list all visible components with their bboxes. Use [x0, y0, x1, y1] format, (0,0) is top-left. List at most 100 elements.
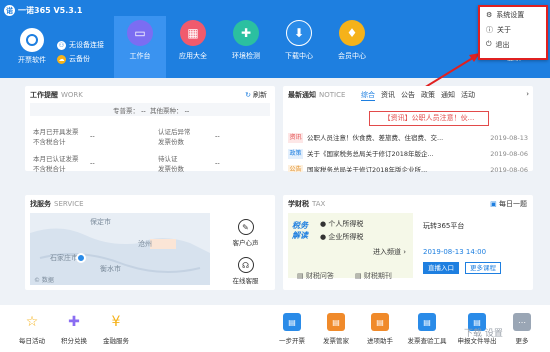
- tax-qa-button[interactable]: ▤ 财税问答: [297, 271, 334, 281]
- env-check-icon: ✚: [233, 20, 259, 46]
- chat-icon: ✎: [237, 219, 254, 235]
- refresh-icon: ↻: [245, 91, 251, 99]
- notice-text: 关于《国家税务总局关于修订2018年版企...: [307, 150, 434, 158]
- chevron-right-icon[interactable]: ›: [526, 90, 529, 98]
- system-menu: ⚙ 系统设置 ⓘ 关于 ⏻ 退出: [478, 5, 548, 60]
- service-map[interactable]: 保定市 沧州 石家庄市 衡水市 © 数据: [30, 213, 210, 285]
- notice-card: 最新通知 NOTICE 综合 资讯 公告 政策 通知 活动 › 【资讯】公职人员注…: [283, 86, 533, 172]
- invoice-manager-button[interactable]: ▤ 发票管家: [314, 313, 358, 345]
- notice-row[interactable]: 资讯 公职人员注意！伙食费、差旅费、住宿费、交... 2019-08-13: [288, 132, 528, 144]
- notice-row[interactable]: 政策 关于《国家税务总局关于修订2018年版企... 2019-08-06: [288, 148, 528, 160]
- download-icon: ⬇: [286, 20, 312, 46]
- invoice-check-button[interactable]: ▤ 发票查验工具: [402, 313, 452, 345]
- more-button[interactable]: ⋯ 更多: [502, 313, 542, 345]
- more-icon: ⋯: [513, 313, 531, 331]
- location-pin-icon: [76, 253, 86, 263]
- finance-icon: ¥: [107, 313, 125, 331]
- tax-item-corporate: ● 企业所得税: [320, 233, 364, 241]
- cloud-backup-text: 云备份: [69, 55, 90, 63]
- points-exchange-button[interactable]: ✚ 积分兑换: [52, 313, 96, 345]
- map-label: 石家庄市: [50, 254, 78, 262]
- notice-title: 最新通知 NOTICE: [288, 91, 346, 99]
- nav-download[interactable]: ⬇ 下载中心: [273, 16, 325, 78]
- live-entry-button[interactable]: 直播入口: [423, 262, 459, 274]
- issued-value: --: [90, 132, 95, 140]
- tax-brand: 税务解读: [292, 221, 308, 240]
- nav-member[interactable]: ♦ 会员中心: [326, 16, 378, 78]
- input-helper-button[interactable]: ▤ 进项助手: [358, 313, 402, 345]
- menu-item-exit[interactable]: ⏻ 退出: [480, 37, 546, 52]
- app-title: 诺 一诺365 V5.3.1: [4, 5, 82, 16]
- activity-icon: ☆: [23, 313, 41, 331]
- top-bar: 诺 一诺365 V5.3.1 开票软件 ⚇ 无设备连接 ☁ 云备份 ▭ 工作台 …: [0, 0, 550, 78]
- tax-journal-button[interactable]: ▤ 财税期刊: [355, 271, 392, 281]
- nav-download-label: 下载中心: [285, 52, 313, 60]
- certified-value: --: [90, 159, 95, 167]
- map-footer: © 数据: [34, 277, 54, 284]
- map-label: 沧州: [138, 240, 152, 248]
- tab-all[interactable]: 综合: [361, 90, 375, 101]
- workbench-icon: ▭: [127, 20, 153, 46]
- settings-icon: ⚙: [486, 10, 493, 19]
- exit-icon: ⏻: [486, 40, 492, 48]
- quick-invoice-icon: ▤: [283, 313, 301, 331]
- online-service-label: 在线客服: [232, 277, 259, 285]
- invoice-check-icon: ▤: [418, 313, 436, 331]
- refresh-button[interactable]: ↻ 刷新: [245, 90, 267, 100]
- notice-tag: 资讯: [288, 133, 303, 143]
- tax-card: 学财税 TAX ▣ 每日一题 税务解读 ● 个人所得税 ● 企业所得税 进入频道 …: [283, 195, 533, 290]
- nav-member-label: 会员中心: [338, 52, 366, 60]
- backlog-label: 认证后异常 发票份数: [158, 128, 191, 146]
- backlog-value: --: [215, 132, 220, 140]
- tax-item-personal: ● 个人所得税: [320, 220, 364, 228]
- cloud-backup-button[interactable]: ☁ 云备份: [57, 54, 90, 64]
- nav-env-check[interactable]: ✚ 环境检测: [220, 16, 272, 78]
- more-courses-button[interactable]: 更多课程: [465, 262, 501, 274]
- daily-question[interactable]: ▣ 每日一题: [490, 199, 527, 209]
- calendar-icon: ▣: [490, 200, 497, 208]
- notice-tag: 公告: [288, 165, 303, 172]
- certified-label: 本月已认证发票 不含税合计: [33, 155, 79, 173]
- service-title: 找服务 SERVICE: [30, 200, 84, 208]
- nav-apps-label: 应用大全: [179, 52, 207, 60]
- online-service-button[interactable]: ☊ 在线客服: [223, 257, 268, 285]
- apps-icon: ▦: [180, 20, 206, 46]
- tab-policy[interactable]: 政策: [421, 90, 435, 101]
- customer-voice-button[interactable]: ✎ 客户心声: [223, 219, 268, 247]
- device-status-text: 无设备连接: [69, 41, 104, 49]
- notice-date: 2019-08-06: [490, 166, 528, 172]
- tab-news[interactable]: 资讯: [381, 90, 395, 101]
- app-logo: 诺: [4, 5, 15, 16]
- tax-channel[interactable]: 税务解读 ● 个人所得税 ● 企业所得税 进入频道 ›: [288, 213, 413, 278]
- nav-workbench[interactable]: ▭ 工作台: [114, 16, 166, 78]
- quick-invoice-button[interactable]: ▤ 一步开票: [270, 313, 314, 345]
- notice-text: 国家税务总局关于修订2018年版企业所...: [307, 166, 428, 172]
- device-status: ⚇ 无设备连接: [57, 40, 104, 50]
- menu-item-about[interactable]: ⓘ 关于: [480, 22, 546, 37]
- pending-value: --: [215, 159, 220, 167]
- input-helper-icon: ▤: [371, 313, 389, 331]
- nav-env-check-label: 环境检测: [232, 52, 260, 60]
- menu-item-settings[interactable]: ⚙ 系统设置: [480, 7, 546, 22]
- daily-activity-button[interactable]: ☆ 每日活动: [10, 313, 54, 345]
- enter-channel[interactable]: 进入频道 ›: [373, 247, 406, 257]
- special-invoice: 专普票： --: [113, 107, 146, 115]
- platform-title: 玩转365平台: [423, 222, 465, 230]
- tab-announcement[interactable]: 公告: [401, 90, 415, 101]
- gift-icon: ✚: [65, 313, 83, 331]
- tab-notify[interactable]: 通知: [441, 90, 455, 101]
- finance-service-button[interactable]: ¥ 金融服务: [94, 313, 138, 345]
- open-software-label: 开票软件: [18, 56, 46, 64]
- tab-activity[interactable]: 活动: [461, 90, 475, 101]
- notice-row[interactable]: 公告 国家税务总局关于修订2018年版企业所... 2019-08-06: [288, 164, 528, 172]
- journal-icon: ▤: [355, 272, 362, 280]
- open-software-button[interactable]: 开票软件: [14, 28, 50, 65]
- watermark: 下载 设置: [464, 329, 503, 339]
- pending-label: 待认证 发票份数: [158, 155, 184, 173]
- nav-apps[interactable]: ▦ 应用大全: [167, 16, 219, 78]
- invoice-manager-icon: ▤: [327, 313, 345, 331]
- notice-banner[interactable]: 【资讯】公职人员注意！伙...: [369, 111, 489, 126]
- qa-icon: ▤: [297, 272, 304, 280]
- nav-workbench-label: 工作台: [129, 52, 151, 60]
- notice-text: 公职人员注意！伙食费、差旅费、住宿费、交...: [307, 134, 444, 142]
